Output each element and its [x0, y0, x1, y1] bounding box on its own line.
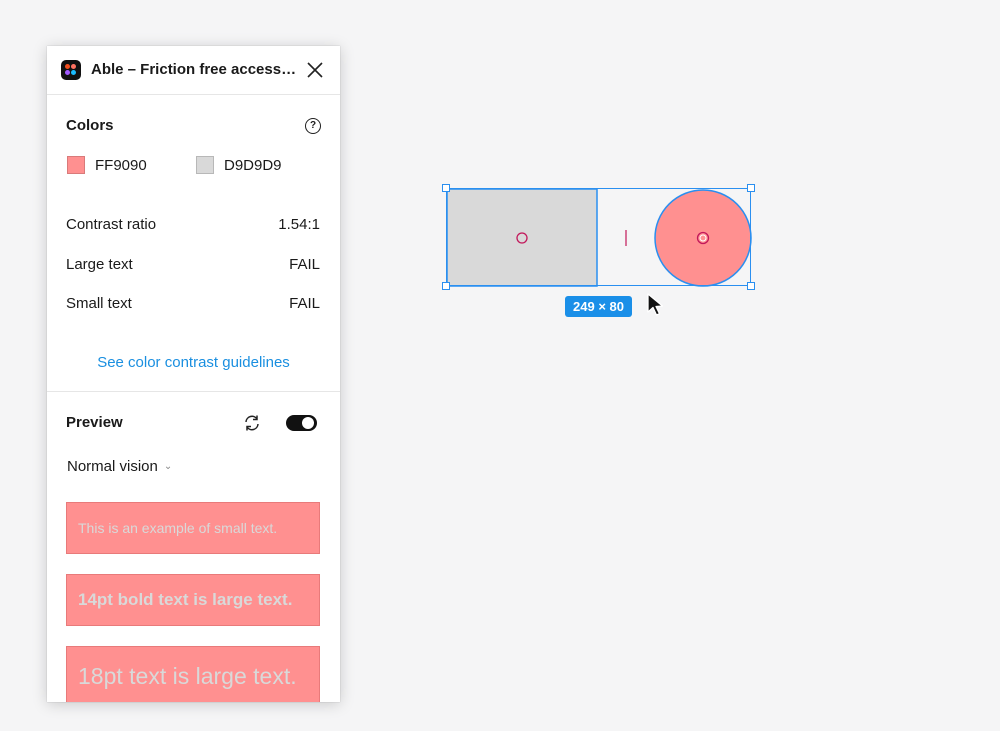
color-swatch-2[interactable] — [196, 156, 214, 174]
large-text-result: FAIL — [289, 256, 320, 273]
preview-section-title: Preview — [66, 414, 123, 431]
refresh-icon — [245, 415, 259, 431]
color-swatch-1[interactable] — [67, 156, 85, 174]
color-contrast-guidelines-link[interactable]: See color contrast guidelines — [47, 354, 340, 371]
dimension-badge: 249 × 80 — [565, 296, 632, 317]
contrast-ratio-value: 1.54:1 — [278, 216, 320, 233]
plugin-title: Able – Friction free accessi... — [91, 61, 297, 78]
colors-section-title: Colors — [66, 117, 114, 134]
resize-handle-bottom-left[interactable] — [442, 282, 450, 290]
chevron-down-icon: ⌄ — [163, 461, 173, 472]
preview-toggle[interactable] — [286, 415, 317, 431]
help-icon[interactable]: ? — [305, 118, 321, 134]
mouse-cursor-icon — [647, 293, 664, 316]
close-icon — [307, 62, 323, 78]
color-hex-2[interactable]: D9D9D9 — [224, 157, 282, 174]
sample-bold-large-text: 14pt bold text is large text. — [66, 574, 320, 626]
small-text-label: Small text — [66, 295, 132, 312]
close-button[interactable] — [305, 60, 325, 80]
swap-colors-button[interactable] — [242, 413, 262, 433]
contrast-ratio-label: Contrast ratio — [66, 216, 157, 233]
resize-handle-bottom-right[interactable] — [747, 282, 755, 290]
section-divider — [47, 391, 340, 392]
vision-mode-dropdown[interactable]: Normal vision ⌄ — [67, 458, 172, 475]
color-hex-1[interactable]: FF9090 — [95, 157, 147, 174]
plugin-panel: Able – Friction free accessi... Colors ?… — [47, 46, 340, 702]
resize-handle-top-left[interactable] — [442, 184, 450, 192]
small-text-result: FAIL — [289, 295, 320, 312]
figma-logo-icon — [61, 60, 81, 80]
plugin-header: Able – Friction free accessi... — [47, 46, 340, 95]
sample-small-text: This is an example of small text. — [66, 502, 320, 554]
sample-large-text: 18pt text is large text. — [66, 646, 320, 702]
large-text-label: Large text — [66, 256, 133, 273]
toggle-knob — [302, 417, 314, 429]
vision-mode-value: Normal vision — [67, 458, 158, 475]
resize-handle-top-right[interactable] — [747, 184, 755, 192]
selection-bounding-box — [446, 188, 751, 286]
